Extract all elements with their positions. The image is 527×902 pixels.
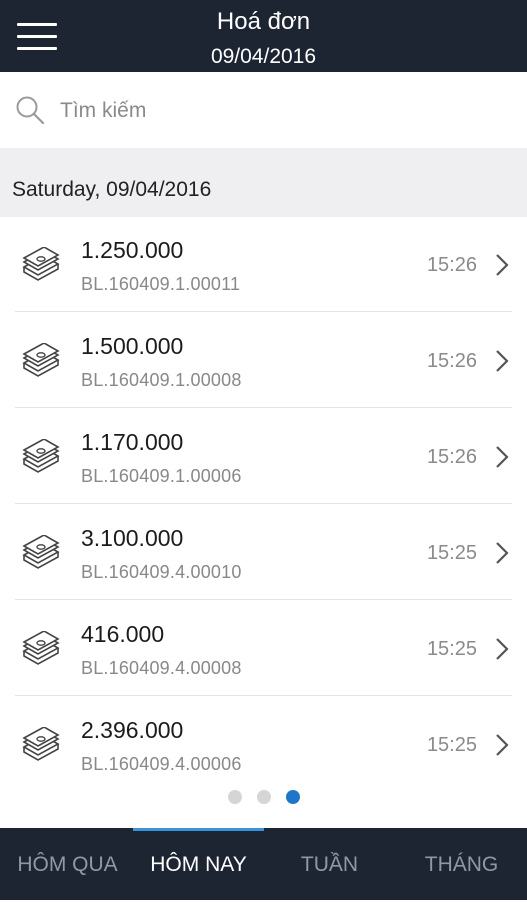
invoice-time: 15:25	[426, 638, 477, 660]
row-divider	[15, 599, 512, 600]
tab-yesterday[interactable]: HÔM QUA	[2, 828, 133, 900]
invoice-time: 15:26	[426, 446, 477, 468]
row-divider	[15, 407, 512, 408]
invoice-code: BL.160409.4.00010	[81, 562, 242, 582]
cash-stack-icon	[22, 727, 60, 761]
cash-stack-icon	[22, 631, 60, 665]
invoice-time: 15:25	[426, 542, 477, 564]
invoice-row[interactable]: 3.100.000 BL.160409.4.00010 15:25	[0, 505, 527, 600]
chevron-right-icon	[496, 734, 509, 756]
invoice-amount: 416.000	[81, 621, 165, 647]
cash-stack-icon	[22, 439, 60, 473]
invoice-amount: 2.396.000	[81, 717, 184, 743]
page-dot[interactable]	[228, 790, 242, 804]
cash-stack-icon	[22, 343, 60, 377]
app-header: Hoá đơn 09/04/2016	[0, 0, 527, 72]
invoice-list[interactable]: 1.250.000 BL.160409.1.00011 15:26 1.500.…	[0, 217, 527, 770]
invoice-code: BL.160409.4.00008	[81, 658, 242, 678]
invoice-amount: 1.500.000	[81, 333, 184, 359]
section-date-label: Saturday, 09/04/2016	[12, 178, 212, 201]
page-indicator	[0, 790, 527, 806]
tab-today[interactable]: HÔM NAY	[133, 828, 264, 900]
chevron-right-icon	[496, 254, 509, 276]
chevron-right-icon	[496, 350, 509, 372]
date-section-header: Saturday, 09/04/2016	[0, 148, 527, 217]
invoice-time: 15:26	[426, 350, 477, 372]
invoice-code: BL.160409.1.00006	[81, 466, 242, 486]
row-divider	[15, 503, 512, 504]
chevron-right-icon	[496, 542, 509, 564]
cash-stack-icon	[22, 247, 60, 281]
page-date: 09/04/2016	[210, 45, 317, 68]
chevron-right-icon	[496, 638, 509, 660]
search-bar	[0, 72, 527, 148]
page-dot-active[interactable]	[286, 790, 300, 804]
invoice-row[interactable]: 416.000 BL.160409.4.00008 15:25	[0, 601, 527, 696]
chevron-right-icon	[496, 446, 509, 468]
row-divider	[15, 311, 512, 312]
invoice-time: 15:26	[426, 254, 477, 276]
invoice-row[interactable]: 1.250.000 BL.160409.1.00011 15:26	[0, 217, 527, 312]
invoice-amount: 1.170.000	[81, 429, 184, 455]
invoice-code: BL.160409.1.00011	[81, 274, 241, 294]
invoice-time: 15:25	[426, 734, 477, 756]
page-title: Hoá đơn	[216, 8, 311, 35]
invoice-amount: 3.100.000	[81, 525, 184, 551]
invoice-row[interactable]: 2.396.000 BL.160409.4.00006 15:25	[0, 697, 527, 770]
invoice-row[interactable]: 1.500.000 BL.160409.1.00008 15:26	[0, 313, 527, 408]
invoice-code: BL.160409.4.00006	[81, 754, 242, 770]
cash-stack-icon	[22, 535, 60, 569]
invoice-code: BL.160409.1.00008	[81, 370, 242, 390]
row-divider	[15, 695, 512, 696]
page-dot[interactable]	[257, 790, 271, 804]
bottom-tab-bar: HÔM QUA HÔM NAY TUẦN THÁNG	[0, 828, 527, 900]
tab-week[interactable]: TUẦN	[264, 828, 395, 900]
invoice-amount: 1.250.000	[81, 237, 184, 263]
invoice-row[interactable]: 1.170.000 BL.160409.1.00006 15:26	[0, 409, 527, 504]
tab-month[interactable]: THÁNG	[396, 828, 527, 900]
search-input[interactable]	[58, 92, 502, 130]
search-icon	[16, 96, 45, 125]
